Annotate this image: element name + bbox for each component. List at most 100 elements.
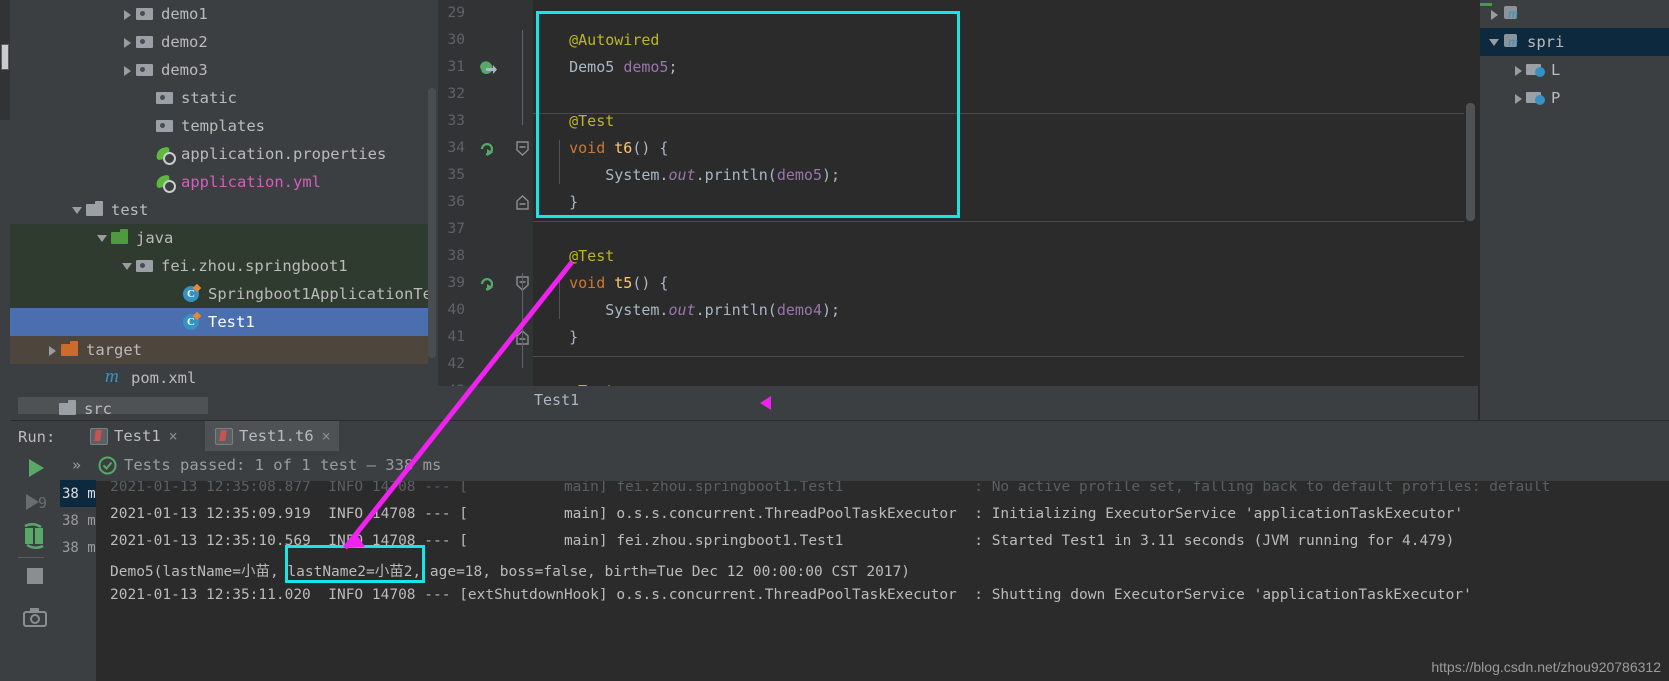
line-number: 42	[447, 356, 465, 372]
code-line[interactable]: void t6() {	[533, 135, 668, 162]
code-line[interactable]: Demo5 demo5;	[533, 54, 677, 81]
code-line[interactable]: @Test	[533, 378, 614, 386]
maven-item-row[interactable]	[1480, 0, 1669, 28]
rerun-failed-tests-button[interactable]: 9	[18, 485, 52, 519]
close-icon[interactable]: ×	[169, 427, 178, 445]
tree-item-static[interactable]: static	[10, 84, 438, 112]
chevron-right-icon[interactable]	[119, 62, 135, 78]
tree-item-templates[interactable]: templates	[10, 112, 438, 140]
line-number: 30	[447, 32, 465, 48]
fold-collapse-icon[interactable]	[515, 141, 530, 156]
tree-item-demo3[interactable]: demo3	[10, 56, 438, 84]
tree-item-src[interactable]: src	[58, 398, 112, 420]
line-number: 38	[447, 248, 465, 264]
chevron-right-icon[interactable]	[1510, 90, 1526, 106]
run-test-icon[interactable]	[478, 274, 497, 293]
console-line: 2021-01-13 12:35:09.919 INFO 14708 --- […	[110, 506, 1464, 522]
tree-item-label: demo2	[161, 33, 208, 51]
maven-item-l[interactable]: L	[1480, 56, 1669, 84]
run-tab-test1-t6[interactable]: Test1.t6 ×	[205, 421, 339, 451]
tree-item-java[interactable]: java	[10, 224, 438, 252]
fold-end-icon[interactable]	[515, 195, 530, 210]
chevron-right-icon[interactable]	[44, 342, 60, 358]
test-duration-cell[interactable]: 38 ms	[60, 480, 104, 507]
project-tool-window[interactable]: demo1 demo2 demo3 static templates applicatio…	[10, 0, 438, 398]
tree-item-label: static	[181, 89, 237, 107]
tree-item-label: application.yml	[181, 173, 321, 191]
tree-item-fei-zhou-springboot1[interactable]: fei.zhou.springboot1	[10, 252, 438, 280]
chevron-down-icon[interactable]	[94, 230, 110, 246]
test-results-tree[interactable]: 38 ms 38 ms 38 ms	[60, 480, 104, 681]
junit-icon	[88, 427, 108, 445]
tree-item-test1[interactable]: Test1	[10, 308, 438, 336]
tree-item-pom-xml[interactable]: pom.xml	[10, 364, 438, 392]
chevron-down-icon[interactable]	[1486, 34, 1502, 50]
toggle-auto-test-button[interactable]	[18, 519, 52, 553]
tree-item-test[interactable]: test	[10, 196, 438, 224]
code-line[interactable]: void t5() {	[533, 270, 668, 297]
folder-dot-icon	[135, 61, 155, 79]
rerun-button[interactable]	[18, 451, 52, 485]
run-tab-test1[interactable]: Test1 ×	[80, 421, 186, 451]
line-number: 34	[447, 140, 465, 156]
test-duration-cell[interactable]: 38 ms	[60, 507, 104, 534]
chevron-right-icon[interactable]	[1486, 6, 1502, 22]
chevron-down-icon[interactable]	[69, 202, 85, 218]
chevron-right-icon[interactable]	[1510, 62, 1526, 78]
tree-item-springboot1applicationte[interactable]: Springboot1ApplicationTe	[10, 280, 438, 308]
spring-bean-icon[interactable]	[478, 58, 497, 77]
method-separator	[533, 221, 1480, 222]
maven-m-icon	[105, 366, 125, 388]
code-editor[interactable]: 293031323334353637383940414243 @Autowire…	[438, 0, 1480, 386]
spring-leaf-icon	[155, 173, 176, 193]
maven-tool-window[interactable]: spri LP	[1480, 0, 1669, 420]
tests-passed-check-icon	[98, 456, 117, 475]
test-duration-cell[interactable]: 38 ms	[60, 534, 104, 561]
project-tree-scrollbar[interactable]	[428, 88, 436, 358]
folder-dot-icon	[135, 33, 155, 51]
chevron-right-icon[interactable]	[119, 6, 135, 22]
line-number: 31	[447, 59, 465, 75]
stop-button[interactable]	[18, 559, 52, 593]
maven-item-spri[interactable]: spri	[1480, 28, 1669, 56]
export-snapshot-button[interactable]	[18, 601, 52, 635]
maven-module-icon	[1502, 5, 1522, 23]
method-separator	[533, 356, 1480, 357]
code-line[interactable]: @Autowired	[533, 27, 659, 54]
line-number: 39	[447, 275, 465, 291]
code-line[interactable]: @Test	[533, 243, 614, 270]
line-number: 33	[447, 113, 465, 129]
tree-item-application-yml[interactable]: application.yml	[10, 168, 438, 196]
editor-fold-strip[interactable]	[513, 0, 533, 386]
tree-item-label: Springboot1ApplicationTe	[208, 285, 432, 303]
toolbar-divider	[18, 551, 52, 558]
indent-guide	[559, 275, 560, 319]
close-icon[interactable]: ×	[322, 427, 331, 445]
run-test-icon[interactable]	[478, 139, 497, 158]
tree-item-demo2[interactable]: demo2	[10, 28, 438, 56]
editor-code-area[interactable]: @Autowired Demo5 demo5; @Test void t6() …	[533, 0, 1480, 386]
chevron-right-icon[interactable]	[119, 34, 135, 50]
editor-scrollbar-thumb[interactable]	[1466, 103, 1475, 221]
expand-chevrons-icon[interactable]: »	[72, 456, 81, 474]
chevron-down-icon[interactable]	[119, 258, 135, 274]
editor-gutter[interactable]: 293031323334353637383940414243	[438, 0, 513, 386]
maven-item-p[interactable]: P	[1480, 84, 1669, 112]
left-edge-toolwindow-button[interactable]	[1, 44, 9, 70]
console-output[interactable]: 2021-01-13 12:35:08.877 INFO 14708 --- […	[96, 481, 1669, 681]
code-line[interactable]: }	[533, 189, 578, 216]
code-line[interactable]: System.out.println(demo4);	[533, 297, 840, 324]
tree-item-target[interactable]: target	[10, 336, 438, 364]
code-line[interactable]: }	[533, 324, 578, 351]
tree-item-demo1[interactable]: demo1	[10, 0, 438, 28]
tree-item-application-properties[interactable]: application.properties	[10, 140, 438, 168]
line-number: 32	[447, 86, 465, 102]
code-line[interactable]: System.out.println(demo5);	[533, 162, 840, 189]
breadcrumb[interactable]: Test1	[534, 391, 579, 409]
